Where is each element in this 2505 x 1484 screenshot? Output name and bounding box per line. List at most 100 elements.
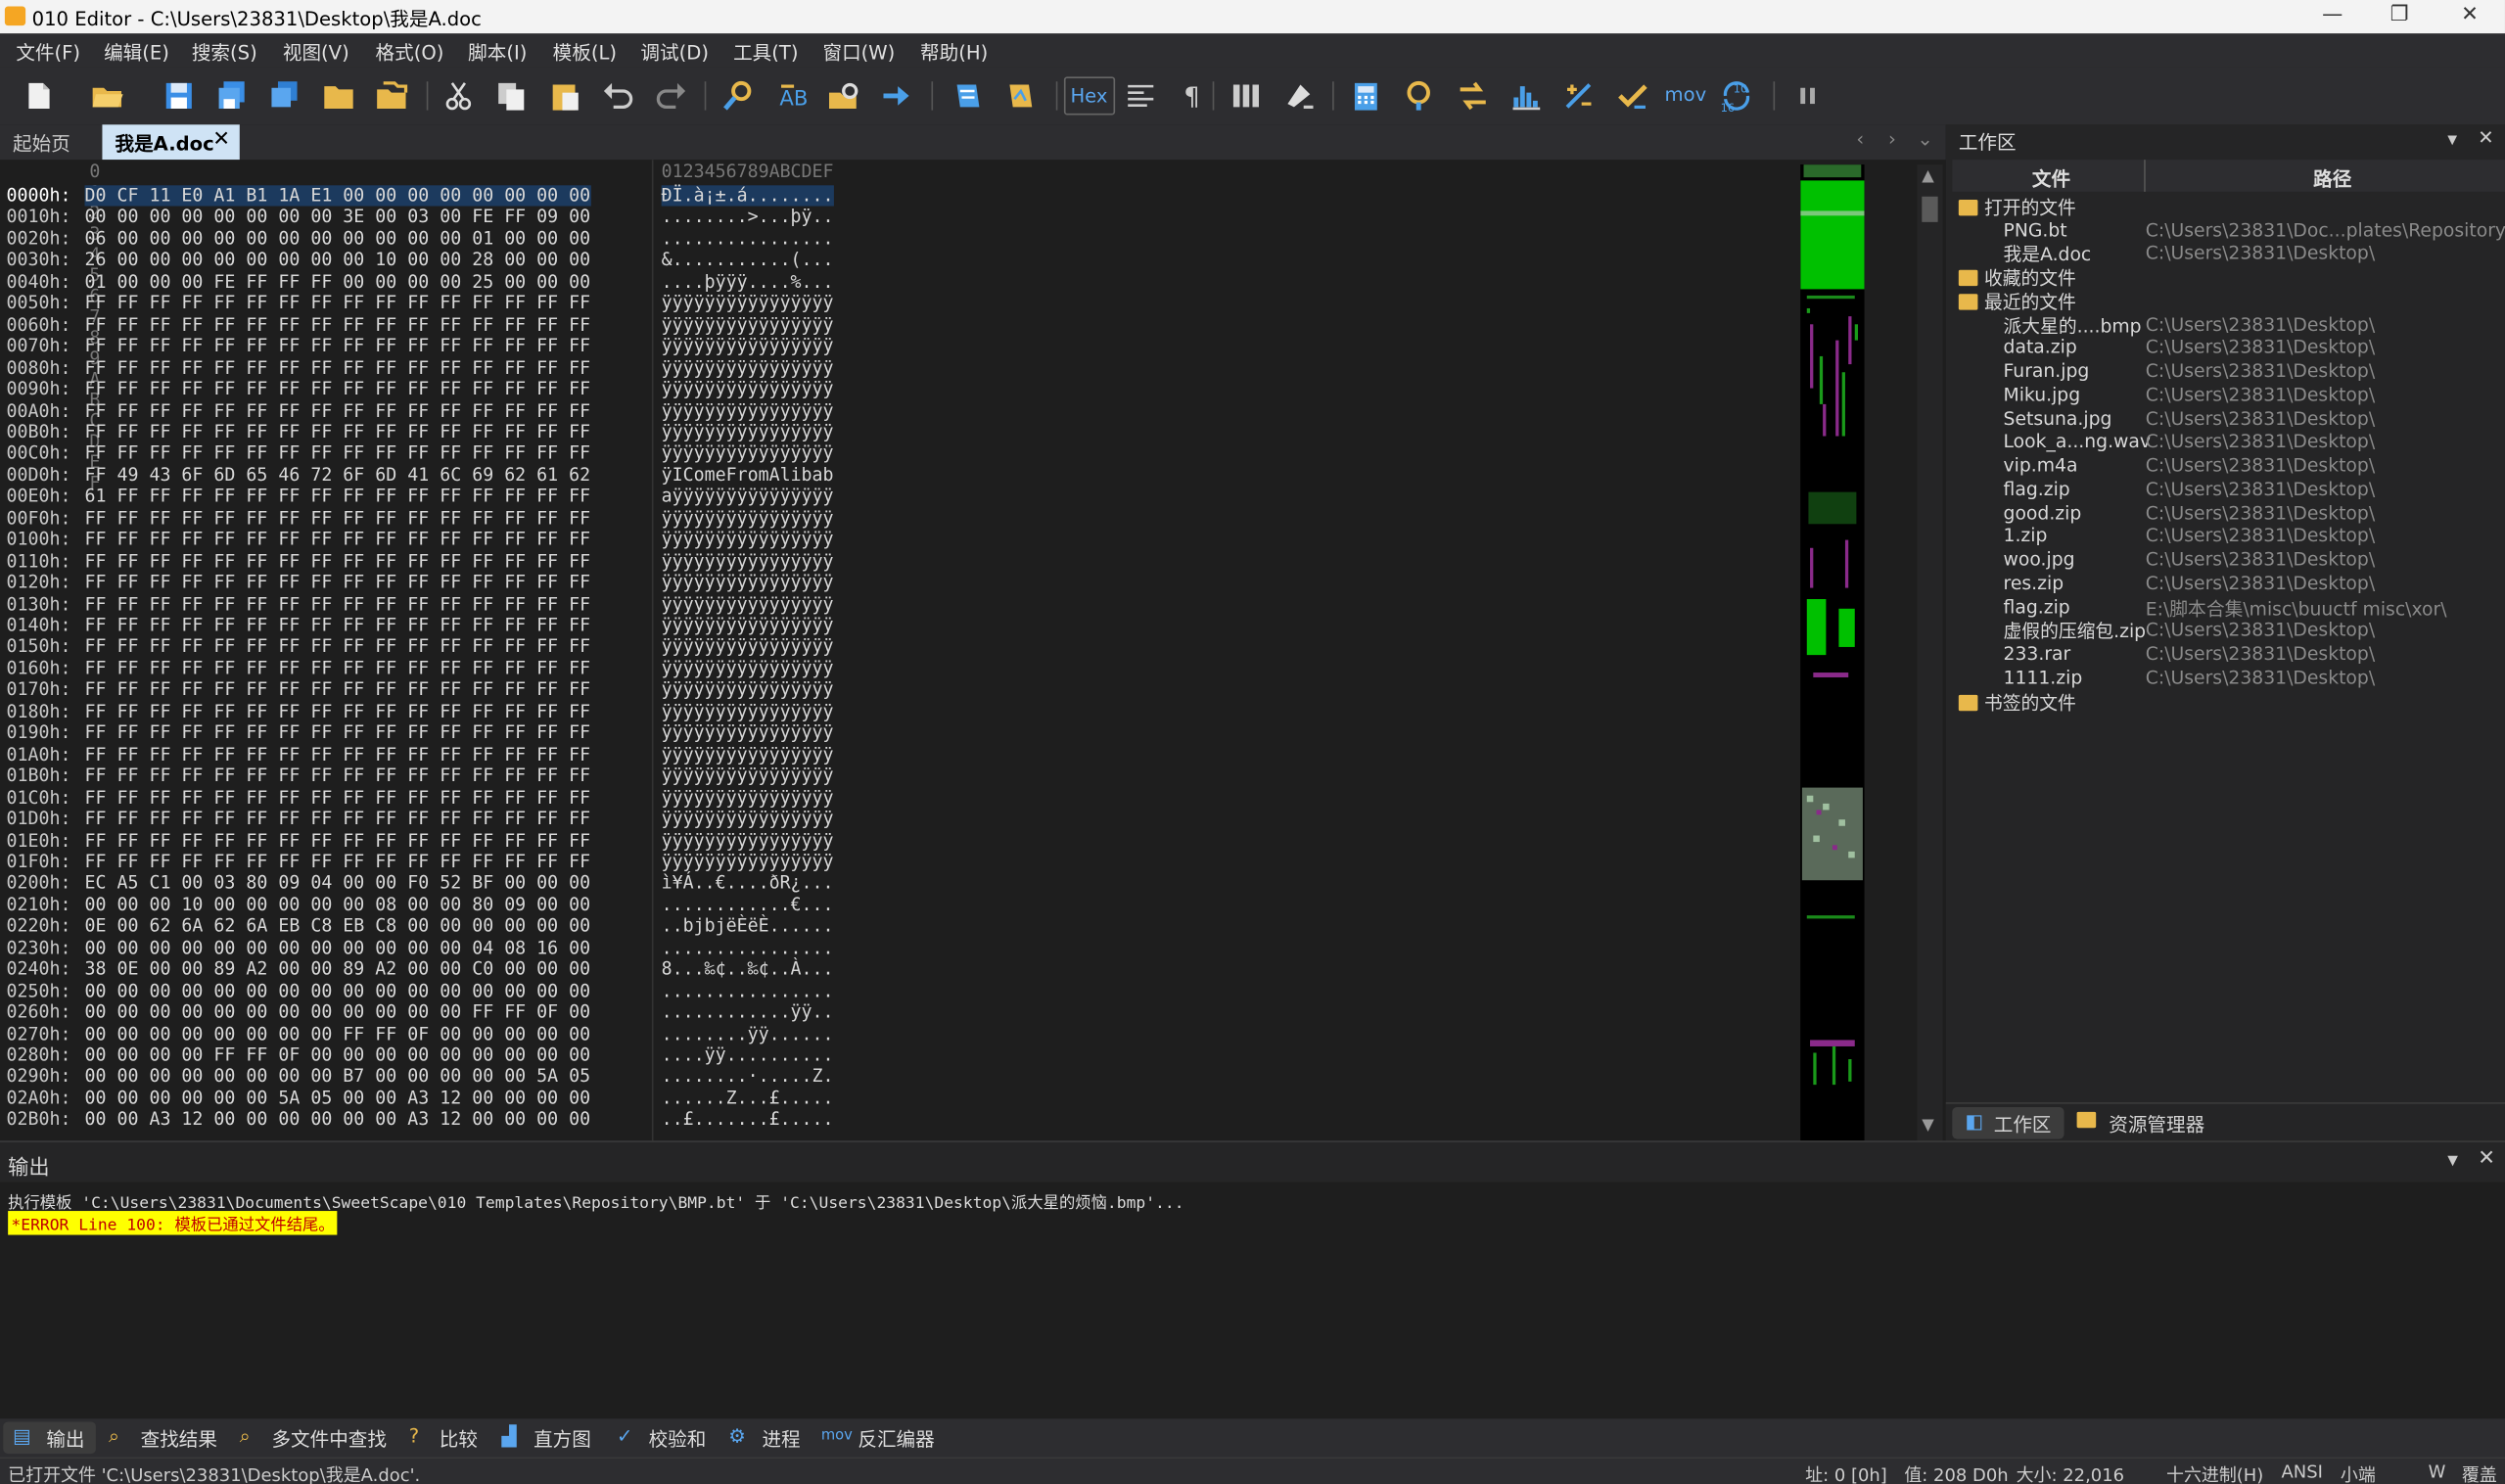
tab-list-icon[interactable]: ⌄ — [1917, 128, 1932, 151]
row-hex-bytes[interactable]: 61 FF FF FF FF FF FF FF FF FF FF FF FF F… — [84, 487, 590, 507]
hex-row[interactable]: 0170h: FF FF FF FF FF FF FF FF FF FF FF F… — [0, 679, 1789, 701]
menu-script[interactable]: 脚本(I) — [468, 38, 527, 66]
save-as-icon[interactable] — [214, 78, 250, 114]
workspace-file-item[interactable]: 1111.zip C:\Users\23831\Desktop\ — [1946, 666, 2505, 689]
workspace-file-item[interactable]: good.zip C:\Users\23831\Desktop\ — [1946, 501, 2505, 525]
replace-icon[interactable]: AB — [775, 78, 811, 114]
run-template-icon[interactable] — [1003, 78, 1039, 114]
row-ascii[interactable]: ÿÿÿÿÿÿÿÿÿÿÿÿÿÿÿÿ — [662, 336, 834, 356]
row-hex-bytes[interactable]: 00 00 00 00 00 00 00 00 00 00 00 00 04 0… — [84, 938, 590, 958]
workspace-file-item[interactable]: woo.jpg C:\Users\23831\Desktop\ — [1946, 548, 2505, 572]
row-hex-bytes[interactable]: FF FF FF FF FF FF FF FF FF FF FF FF FF F… — [84, 701, 590, 721]
row-hex-bytes[interactable]: 00 00 00 00 00 00 5A 05 00 00 A3 12 00 0… — [84, 1088, 590, 1108]
row-hex-bytes[interactable]: FF FF FF FF FF FF FF FF FF FF FF FF FF F… — [84, 529, 590, 549]
row-ascii[interactable]: ............€... — [662, 895, 834, 915]
hex-row[interactable]: 0240h: 38 0E 00 00 89 A2 00 00 89 A2 00 0… — [0, 959, 1789, 981]
row-hex-bytes[interactable]: 06 00 00 00 00 00 00 00 00 00 00 00 01 0… — [84, 228, 590, 249]
disassembler-button[interactable]: mov — [1665, 78, 1713, 114]
column-path[interactable]: 路径 — [2313, 164, 2351, 192]
row-ascii[interactable]: ì¥Á..€....ðR¿... — [662, 873, 834, 894]
tab-find-results[interactable]: 查找结果 — [141, 1425, 217, 1453]
row-ascii[interactable]: ........ÿÿ...... — [662, 1023, 834, 1043]
hex-row[interactable]: 0060h: FF FF FF FF FF FF FF FF FF FF FF F… — [0, 314, 1789, 336]
row-hex-bytes[interactable]: 00 00 A3 12 00 00 00 00 00 00 A3 12 00 0… — [84, 1109, 590, 1130]
row-hex-bytes[interactable]: D0 CF 11 E0 A1 B1 1A E1 00 00 00 00 00 0… — [84, 185, 591, 207]
row-ascii[interactable]: ÿÿÿÿÿÿÿÿÿÿÿÿÿÿÿÿ — [662, 508, 834, 529]
hex-row[interactable]: 00A0h: FF FF FF FF FF FF FF FF FF FF FF F… — [0, 400, 1789, 422]
row-ascii[interactable]: ..£.......£..... — [662, 1109, 834, 1130]
workspace-file-item[interactable]: 233.rar C:\Users\23831\Desktop\ — [1946, 642, 2505, 666]
row-ascii[interactable]: ÿÿÿÿÿÿÿÿÿÿÿÿÿÿÿÿ — [662, 572, 834, 592]
group-favorite-files[interactable]: 收藏的文件 — [1946, 265, 2505, 290]
row-ascii[interactable]: ......Z...£..... — [662, 1088, 834, 1108]
close-button[interactable]: ✕ — [2446, 3, 2494, 26]
row-ascii[interactable]: ..bjbjëÈëÈ...... — [662, 916, 834, 937]
output-menu-icon[interactable]: ▾ — [2447, 1148, 2458, 1172]
hex-row[interactable]: 00F0h: FF FF FF FF FF FF FF FF FF FF FF F… — [0, 508, 1789, 530]
workspace-file-item[interactable]: flag.zip C:\Users\23831\Desktop\ — [1946, 478, 2505, 501]
row-ascii[interactable]: ÿÿÿÿÿÿÿÿÿÿÿÿÿÿÿÿ — [662, 636, 834, 657]
hex-row[interactable]: 0150h: FF FF FF FF FF FF FF FF FF FF FF F… — [0, 636, 1789, 658]
tab-checksum[interactable]: 校验和 — [649, 1425, 707, 1453]
row-ascii[interactable]: 8...‰¢..‰¢..À... — [662, 959, 834, 980]
hex-row[interactable]: 01D0h: FF FF FF FF FF FF FF FF FF FF FF F… — [0, 809, 1789, 830]
row-hex-bytes[interactable]: FF FF FF FF FF FF FF FF FF FF FF FF FF F… — [84, 357, 590, 378]
workspace-folder-icon[interactable] — [374, 78, 409, 114]
save-all-icon[interactable] — [267, 78, 302, 114]
pause-icon[interactable] — [1790, 78, 1826, 114]
status-endian[interactable]: 小端 — [2341, 1461, 2376, 1484]
hex-row[interactable]: 0020h: 06 00 00 00 00 00 00 00 00 00 00 0… — [0, 228, 1789, 250]
status-encoding[interactable]: ANSI — [2281, 1461, 2322, 1482]
scroll-down-icon[interactable]: ▼ — [1922, 1117, 1934, 1135]
scroll-up-icon[interactable]: ▲ — [1922, 167, 1934, 185]
row-ascii[interactable]: ÿÿÿÿÿÿÿÿÿÿÿÿÿÿÿÿ — [662, 615, 834, 635]
row-hex-bytes[interactable]: FF FF FF FF FF FF FF FF FF FF FF FF FF F… — [84, 508, 590, 529]
hex-row[interactable]: 0050h: FF FF FF FF FF FF FF FF FF FF FF F… — [0, 293, 1789, 314]
status-overwrite[interactable]: 覆盖 — [2462, 1461, 2497, 1484]
row-hex-bytes[interactable]: 00 00 00 10 00 00 00 00 00 08 00 00 80 0… — [84, 895, 590, 915]
tab-next-icon[interactable]: › — [1888, 128, 1896, 151]
undo-icon[interactable] — [601, 78, 636, 114]
row-ascii[interactable]: ÿÿÿÿÿÿÿÿÿÿÿÿÿÿÿÿ — [662, 658, 834, 678]
row-ascii[interactable]: ÿÿÿÿÿÿÿÿÿÿÿÿÿÿÿÿ — [662, 679, 834, 700]
hex-row[interactable]: 0160h: FF FF FF FF FF FF FF FF FF FF FF F… — [0, 658, 1789, 679]
row-hex-bytes[interactable]: FF FF FF FF FF FF FF FF FF FF FF FF FF F… — [84, 722, 590, 743]
scroll-thumb[interactable] — [1922, 196, 1938, 222]
row-ascii[interactable]: ............ÿÿ.. — [662, 1001, 834, 1022]
column-file[interactable]: 文件 — [2032, 164, 2070, 192]
hex-row[interactable]: 0010h: 00 00 00 00 00 00 00 00 3E 00 03 0… — [0, 207, 1789, 228]
minimize-button[interactable]: — — [2308, 3, 2356, 26]
menu-help[interactable]: 帮助(H) — [920, 38, 988, 66]
row-hex-bytes[interactable]: FF FF FF FF FF FF FF FF FF FF FF FF FF F… — [84, 572, 590, 592]
workspace-file-item[interactable]: Setsuna.jpg C:\Users\23831\Desktop\ — [1946, 406, 2505, 430]
row-ascii[interactable]: ÿÿÿÿÿÿÿÿÿÿÿÿÿÿÿÿ — [662, 765, 834, 786]
row-ascii[interactable]: ÐÏ.à¡±.á........ — [661, 185, 834, 207]
row-ascii[interactable]: ÿÿÿÿÿÿÿÿÿÿÿÿÿÿÿÿ — [662, 357, 834, 378]
menu-view[interactable]: 视图(V) — [283, 38, 349, 66]
menu-template[interactable]: 模板(L) — [553, 38, 617, 66]
hex-row[interactable]: 0280h: 00 00 00 00 FF FF 0F 00 00 00 00 0… — [0, 1044, 1789, 1066]
status-write[interactable]: W — [2429, 1461, 2446, 1482]
row-ascii[interactable]: ÿÿÿÿÿÿÿÿÿÿÿÿÿÿÿÿ — [662, 443, 834, 464]
vertical-scrollbar[interactable]: ▲ ▼ — [1917, 164, 1943, 1141]
row-hex-bytes[interactable]: 0E 00 62 6A 62 6A EB C8 EB C8 00 00 00 0… — [84, 916, 590, 937]
row-hex-bytes[interactable]: 00 00 00 00 00 00 00 00 FF FF 0F 00 00 0… — [84, 1023, 590, 1043]
columns-icon[interactable] — [1229, 78, 1264, 114]
row-ascii[interactable]: ....ÿÿ.......... — [662, 1044, 834, 1065]
panel-close-icon[interactable]: ✕ — [2478, 126, 2493, 149]
workspace-file-item[interactable]: Look_a...ng.wav C:\Users\23831\Desktop\ — [1946, 431, 2505, 454]
workspace-file-item[interactable]: 虚假的压缩包.zip C:\Users\23831\Desktop\ — [1946, 619, 2505, 642]
row-hex-bytes[interactable]: FF FF FF FF FF FF FF FF FF FF FF FF FF F… — [84, 830, 590, 851]
hex-row[interactable]: 01E0h: FF FF FF FF FF FF FF FF FF FF FF F… — [0, 830, 1789, 852]
row-ascii[interactable]: ÿÿÿÿÿÿÿÿÿÿÿÿÿÿÿÿ — [662, 422, 834, 442]
row-ascii[interactable]: ÿÿÿÿÿÿÿÿÿÿÿÿÿÿÿÿ — [662, 293, 834, 313]
find-in-files-icon[interactable] — [826, 78, 861, 114]
pilcrow-icon[interactable]: ¶ — [1176, 78, 1211, 114]
hex-row[interactable]: 0110h: FF FF FF FF FF FF FF FF FF FF FF F… — [0, 550, 1789, 572]
hex-row[interactable]: 0230h: 00 00 00 00 00 00 00 00 00 00 00 0… — [0, 938, 1789, 959]
maximize-button[interactable]: ❐ — [2376, 3, 2424, 26]
base-converter-icon[interactable]: 10 16 — [1719, 78, 1754, 115]
row-ascii[interactable]: ÿÿÿÿÿÿÿÿÿÿÿÿÿÿÿÿ — [662, 852, 834, 872]
row-hex-bytes[interactable]: 26 00 00 00 00 00 00 00 00 10 00 00 28 0… — [84, 250, 590, 270]
hex-row[interactable]: 0190h: FF FF FF FF FF FF FF FF FF FF FF F… — [0, 722, 1789, 744]
